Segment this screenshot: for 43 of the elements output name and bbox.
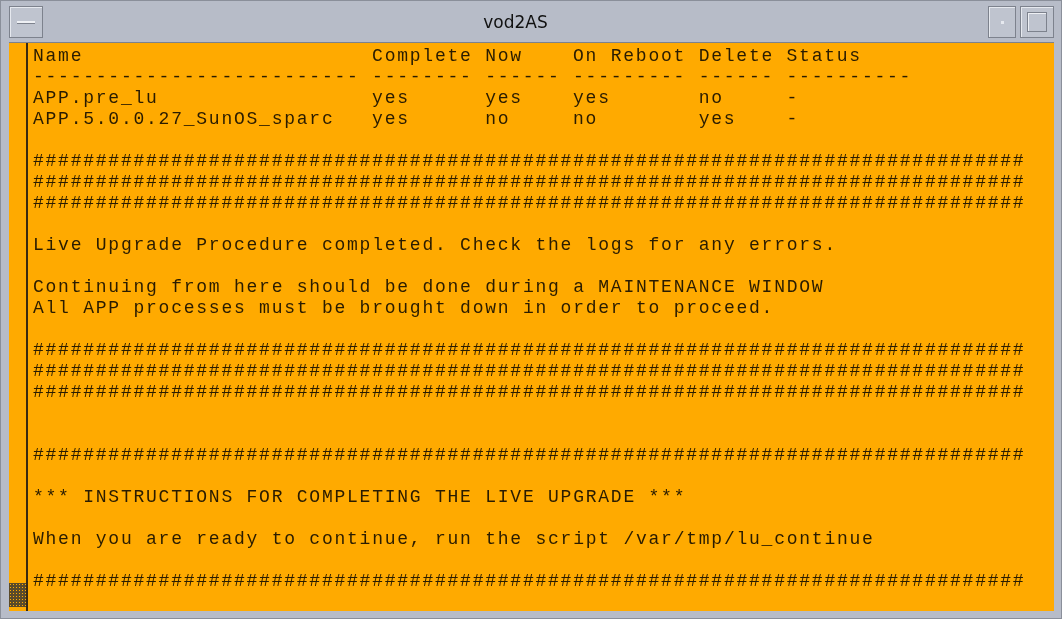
terminal-line: ###############################################################################	[33, 571, 1026, 591]
column-header: Complete	[372, 46, 474, 67]
table-cell-text: no	[698, 88, 725, 109]
terminal-line: Continuing from here should be done during a MAINTENANCE WINDOW	[33, 277, 825, 297]
table-cell-text: no	[573, 109, 600, 130]
scrollbar[interactable]	[9, 43, 28, 611]
column-header: On Reboot	[573, 46, 688, 67]
scrollbar-thumb[interactable]	[9, 583, 26, 607]
column-header: Now	[485, 46, 524, 67]
minimize-button[interactable]	[988, 6, 1016, 38]
table-cell-text: no	[485, 109, 512, 130]
column-rule: ------	[485, 67, 562, 88]
terminal-line: All APP processes must be brought down in order to proceed.	[33, 298, 775, 318]
column-rule: ---------	[573, 67, 688, 88]
terminal-line: ###############################################################################	[33, 193, 1026, 213]
terminal-line: ###############################################################################	[33, 340, 1026, 360]
column-rule: ----------	[786, 67, 914, 88]
table-cell-text: yes	[485, 88, 524, 109]
window-menu-button[interactable]	[9, 6, 43, 38]
terminal-line: *** INSTRUCTIONS FOR COMPLETING THE LIVE UPGRADE ***	[33, 487, 687, 507]
terminal-line: Live Upgrade Procedure completed. Check the logs for any errors.	[33, 235, 837, 255]
maximize-button[interactable]	[1020, 6, 1054, 38]
terminal-line: ###############################################################################	[33, 445, 1026, 465]
table-cell-text: yes	[573, 88, 612, 109]
window-title: vod2AS	[482, 12, 549, 32]
column-header: Name	[33, 46, 85, 67]
column-header: Status	[786, 46, 863, 67]
table-cell-text: yes	[698, 109, 738, 130]
column-rule: ------	[698, 67, 775, 88]
table-cell-text: -	[786, 88, 801, 109]
terminal-line: ###############################################################################	[33, 382, 1026, 402]
table-cell-text: yes	[372, 109, 411, 130]
table-cell-text: APP.5.0.0.27_SunOS_sparc	[33, 109, 336, 130]
column-header: Delete	[698, 46, 775, 67]
table-cell-text: APP.pre_lu	[33, 88, 160, 109]
table-cell-text: -	[786, 109, 801, 130]
terminal-line: ###############################################################################	[33, 361, 1026, 381]
column-rule: --------	[372, 67, 474, 88]
table-cell-text: yes	[372, 88, 411, 109]
terminal-line: When you are ready to continue, run the script /var/tmp/lu_continue	[33, 529, 875, 549]
terminal-line: ###############################################################################	[33, 151, 1026, 171]
column-rule: --------------------------	[33, 67, 361, 88]
terminal-line: ###############################################################################	[33, 172, 1026, 192]
